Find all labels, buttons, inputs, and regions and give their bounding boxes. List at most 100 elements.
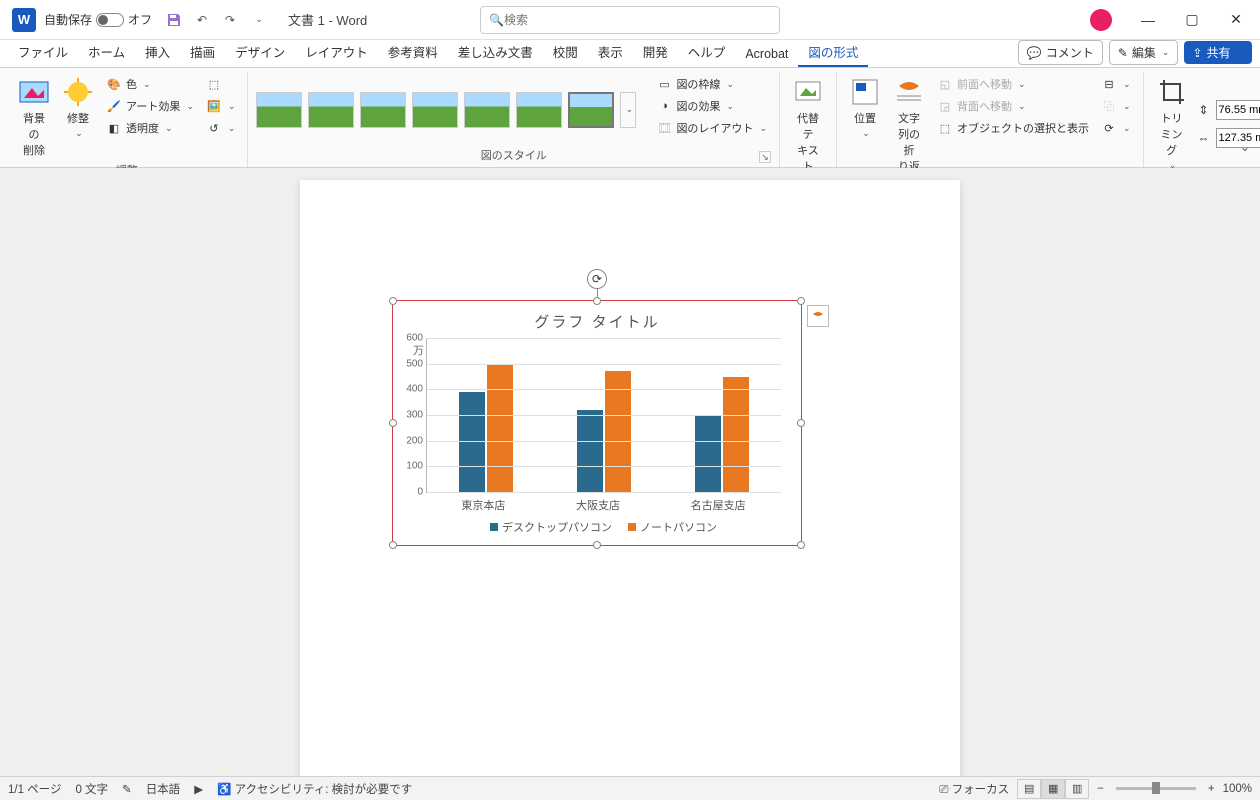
style-preset-3[interactable]: [360, 92, 406, 128]
accessibility-status[interactable]: ♿ アクセシビリティ: 検討が必要です: [217, 781, 412, 797]
tab-開発[interactable]: 開発: [633, 38, 678, 67]
style-preset-1[interactable]: [256, 92, 302, 128]
alt-text-button[interactable]: 代替テ キスト: [788, 74, 828, 176]
selected-chart-object[interactable]: ⟳ グラフ タイトル 万 0100200300400500600: [392, 300, 802, 546]
user-avatar[interactable]: [1090, 9, 1112, 31]
macro-icon[interactable]: ▶: [194, 782, 203, 796]
tab-レイアウト[interactable]: レイアウト: [295, 38, 378, 67]
document-area[interactable]: ⟳ グラフ タイトル 万 0100200300400500600: [0, 168, 1260, 776]
bar-デスクトップパソコン-大阪支店: [577, 410, 603, 492]
style-preset-2[interactable]: [308, 92, 354, 128]
crop-button[interactable]: トリミング⌄: [1152, 74, 1192, 173]
close-button[interactable]: ✕: [1216, 5, 1256, 35]
comments-button[interactable]: 💬 コメント: [1018, 40, 1103, 65]
styles-dialog-launcher[interactable]: ↘: [759, 151, 771, 163]
color-button[interactable]: 🎨色⌄: [102, 74, 198, 94]
zoom-slider[interactable]: [1116, 787, 1196, 790]
page[interactable]: ⟳ グラフ タイトル 万 0100200300400500600: [300, 180, 960, 776]
tab-図の形式[interactable]: 図の形式: [798, 38, 868, 67]
tab-参考資料[interactable]: 参考資料: [378, 38, 448, 67]
edit-mode-button[interactable]: ✎ 編集 ⌄: [1109, 40, 1179, 65]
autosave-toggle[interactable]: 自動保存 オフ: [44, 11, 152, 28]
layout-options-button[interactable]: [807, 305, 829, 327]
bar-ノートパソコン-東京本店: [487, 364, 513, 492]
picture-layout-button[interactable]: ⿴図のレイアウト⌄: [652, 118, 771, 138]
redo-button[interactable]: ↷: [217, 7, 243, 33]
search-box[interactable]: 🔍: [480, 6, 780, 34]
height-icon: ⇕: [1196, 102, 1212, 118]
gridline: [427, 492, 781, 493]
align-button[interactable]: ⊟⌄: [1097, 74, 1135, 94]
send-backward-button[interactable]: ◲背面へ移動⌄: [933, 96, 1093, 116]
toggle-icon[interactable]: [96, 13, 124, 27]
maximize-button[interactable]: ▢: [1172, 5, 1212, 35]
bar-ノートパソコン-名古屋支店: [723, 377, 749, 493]
rotate-handle[interactable]: ⟳: [587, 269, 607, 289]
tab-描画[interactable]: 描画: [180, 38, 225, 67]
style-preset-5[interactable]: [464, 92, 510, 128]
gallery-more-button[interactable]: ⌄: [620, 92, 636, 128]
picture-border-button[interactable]: ▭図の枠線⌄: [652, 74, 771, 94]
transparency-button[interactable]: ◧透明度⌄: [102, 118, 198, 138]
height-input[interactable]: ▲▼: [1216, 100, 1260, 120]
selection-pane-button[interactable]: ⬚オブジェクトの選択と表示: [933, 118, 1093, 138]
zoom-out-button[interactable]: −: [1097, 783, 1104, 795]
collapse-ribbon-button[interactable]: ⌄: [1240, 140, 1250, 154]
style-preset-4[interactable]: [412, 92, 458, 128]
tab-ヘルプ[interactable]: ヘルプ: [678, 38, 736, 67]
tab-差し込み文書[interactable]: 差し込み文書: [448, 38, 543, 67]
search-input[interactable]: [504, 13, 771, 27]
resize-handle-bl[interactable]: [389, 541, 397, 549]
tab-Acrobat[interactable]: Acrobat: [735, 43, 798, 67]
zoom-in-button[interactable]: +: [1208, 783, 1215, 795]
picture-effects-button[interactable]: ◑図の効果⌄: [652, 96, 771, 116]
qat-customize[interactable]: ⌄: [245, 7, 271, 33]
artistic-effects-button[interactable]: 🖌️アート効果⌄: [102, 96, 198, 116]
resize-handle-t[interactable]: [593, 297, 601, 305]
view-buttons: ▤ ▦ ▥: [1017, 779, 1089, 799]
corrections-button[interactable]: 修整⌄: [58, 74, 98, 160]
reset-picture-button[interactable]: ↺⌄: [202, 118, 240, 138]
spell-check-icon[interactable]: ✎: [122, 782, 132, 796]
compress-button[interactable]: ⬚: [202, 74, 240, 94]
rotate-button[interactable]: ⟳⌄: [1097, 118, 1135, 138]
group-accessibility: 代替テ キスト アクセシビリティ: [780, 72, 837, 167]
layout-label: 図のレイアウト: [676, 120, 753, 136]
print-layout-button[interactable]: ▦: [1041, 779, 1065, 799]
share-button[interactable]: ⇪ 共有 ⌄: [1184, 41, 1252, 64]
resize-handle-b[interactable]: [593, 541, 601, 549]
group-button[interactable]: ⿻⌄: [1097, 96, 1135, 116]
picture-style-gallery[interactable]: ⌄: [256, 74, 636, 145]
page-indicator[interactable]: 1/1 ページ: [8, 781, 61, 797]
remove-background-button[interactable]: 背景の 削除: [14, 74, 54, 160]
change-picture-button[interactable]: 🖼️⌄: [202, 96, 240, 116]
legend-item: ノートパソコン: [628, 519, 717, 535]
undo-button[interactable]: ↶: [189, 7, 215, 33]
resize-handle-tr[interactable]: [797, 297, 805, 305]
bring-forward-button[interactable]: ◱前面へ移動⌄: [933, 74, 1093, 94]
gridline: [427, 415, 781, 416]
save-button[interactable]: [161, 7, 187, 33]
resize-handle-br[interactable]: [797, 541, 805, 549]
resize-handle-r[interactable]: [797, 419, 805, 427]
tab-校閲[interactable]: 校閲: [543, 38, 588, 67]
resize-handle-l[interactable]: [389, 419, 397, 427]
language-indicator[interactable]: 日本語: [146, 781, 181, 797]
bar-デスクトップパソコン-東京本店: [459, 392, 485, 492]
style-preset-6[interactable]: [516, 92, 562, 128]
width-input[interactable]: ▲▼: [1216, 128, 1260, 148]
focus-mode-button[interactable]: ⎚ フォーカス: [939, 781, 1009, 797]
tab-表示[interactable]: 表示: [588, 38, 633, 67]
minimize-button[interactable]: —: [1128, 5, 1168, 35]
web-layout-button[interactable]: ▥: [1065, 779, 1089, 799]
tab-挿入[interactable]: 挿入: [135, 38, 180, 67]
resize-handle-tl[interactable]: [389, 297, 397, 305]
tab-ファイル[interactable]: ファイル: [8, 38, 78, 67]
tab-ホーム[interactable]: ホーム: [78, 38, 135, 67]
zoom-level[interactable]: 100%: [1223, 783, 1252, 795]
word-count[interactable]: 0 文字: [75, 781, 108, 797]
tab-デザイン[interactable]: デザイン: [225, 38, 295, 67]
read-mode-button[interactable]: ▤: [1017, 779, 1041, 799]
title-bar: W 自動保存 オフ ↶ ↷ ⌄ 文書 1 - Word 🔍 — ▢ ✕: [0, 0, 1260, 40]
style-preset-7[interactable]: [568, 92, 614, 128]
